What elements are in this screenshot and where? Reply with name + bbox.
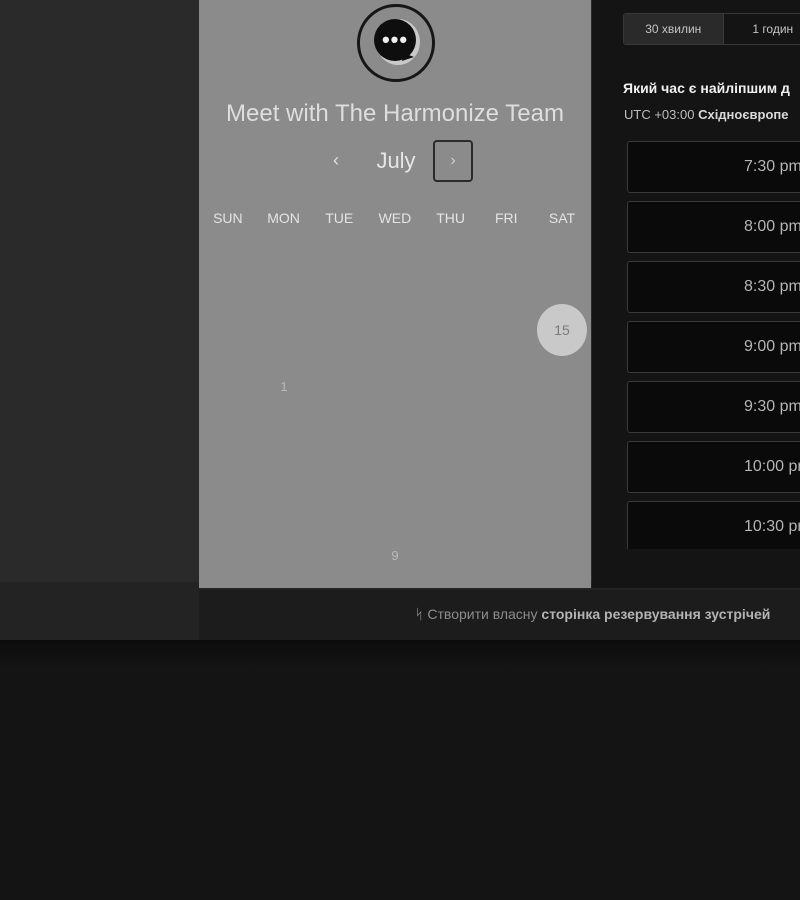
branding-bar: ᛋ Створити власну сторінка резервування з… — [199, 590, 800, 640]
weekday-fri: FRI — [495, 210, 518, 226]
branding-prefix: Створити власну — [427, 606, 538, 622]
next-month-button[interactable]: › — [433, 140, 473, 182]
ellipsis-icon: ••• — [381, 27, 409, 52]
weekday-thu: THU — [436, 210, 465, 226]
duration-tab-1-hour[interactable]: 1 годин — [724, 14, 800, 44]
weekday-tue: TUE — [325, 210, 354, 226]
timezone-offset: UTC +03:00 — [624, 107, 695, 122]
time-slot[interactable]: 8:00 pm — [627, 201, 800, 253]
time-question: Який час є найліпшим д — [623, 80, 790, 96]
time-slot[interactable]: 9:00 pm — [627, 321, 800, 373]
page-shadow — [0, 640, 800, 668]
time-slot[interactable]: 10:30 pm — [627, 501, 800, 549]
time-slot[interactable]: 10:00 pm — [627, 441, 800, 493]
weekday-header: SUN MON TUE WED THU FRI SAT — [200, 210, 590, 230]
time-slot[interactable]: 7:30 pm — [627, 141, 800, 193]
selected-day[interactable]: 15 — [537, 304, 587, 356]
previous-month-button[interactable]: ‹ — [325, 148, 347, 172]
calendar-day[interactable]: 1 — [270, 379, 298, 394]
month-label: July — [376, 148, 416, 173]
calendar-day[interactable]: 9 — [381, 548, 409, 563]
create-booking-page-link[interactable]: ᛋ Створити власну сторінка резервування з… — [415, 606, 770, 622]
duration-tabs: 30 хвилин 1 годин — [623, 13, 800, 45]
time-slot-list: 7:30 pm 8:00 pm 8:30 pm 9:00 pm 9:30 pm … — [627, 141, 800, 549]
weekday-wed: WED — [378, 210, 412, 226]
time-selection-panel: 30 хвилин 1 годин Який час є найліпшим д… — [592, 0, 800, 588]
time-slot[interactable]: 8:30 pm — [627, 261, 800, 313]
organizer-avatar: ••• — [357, 4, 435, 82]
timezone-selector[interactable]: UTC +03:00 Східноєвропе — [624, 107, 789, 122]
weekday-mon: MON — [267, 210, 300, 226]
branding-link-text: сторінка резервування зустрічей — [541, 606, 771, 622]
meeting-title: Meet with The Harmonize Team — [226, 100, 564, 127]
duration-tab-30-min[interactable]: 30 хвилин — [624, 14, 724, 44]
weekday-sat: SAT — [548, 210, 576, 226]
hubspot-sprocket-icon: ᛋ — [415, 606, 424, 622]
timezone-name: Східноєвропе — [698, 107, 789, 122]
month-navigation: ‹ July › — [199, 140, 591, 184]
calendar-panel — [199, 0, 591, 588]
weekday-sun: SUN — [213, 210, 243, 226]
time-slot[interactable]: 9:30 pm — [627, 381, 800, 433]
